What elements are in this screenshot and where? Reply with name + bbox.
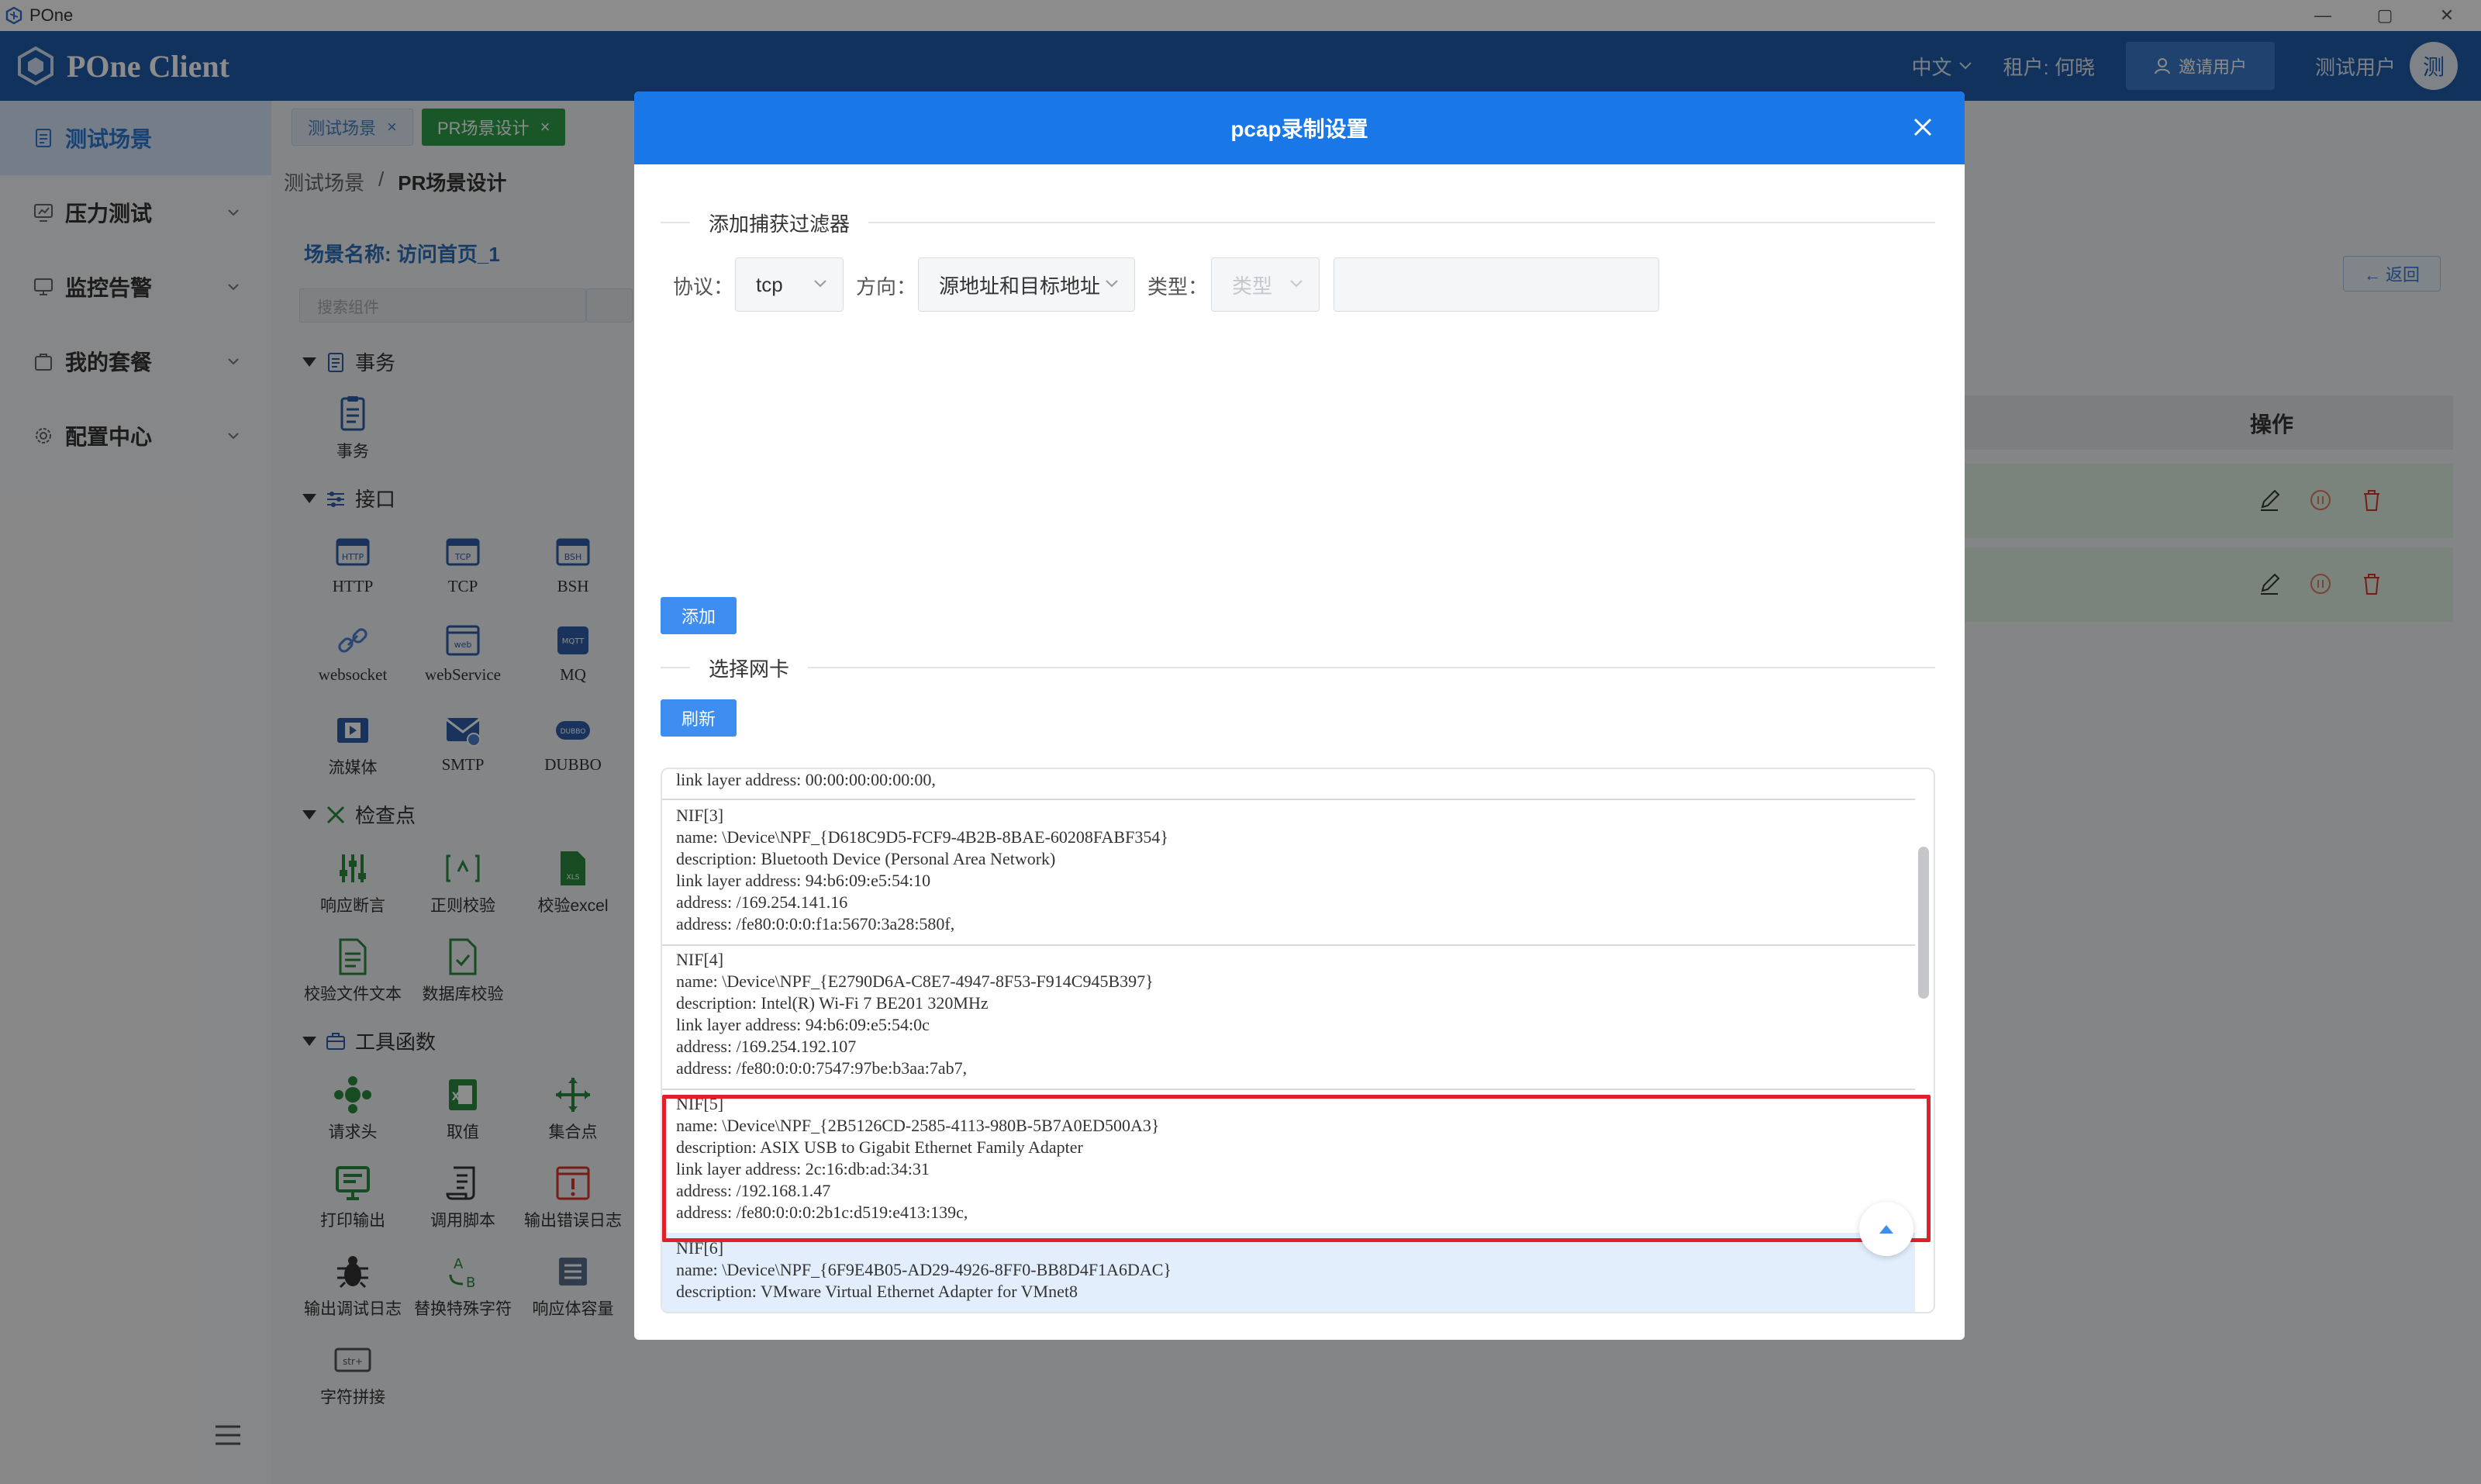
type-select[interactable]: 类型 bbox=[1211, 257, 1320, 312]
chevron-down-icon bbox=[1290, 280, 1303, 288]
scroll-to-top-button[interactable] bbox=[1859, 1202, 1913, 1256]
caret-up-icon bbox=[1879, 1225, 1893, 1234]
dialog-header: pcap录制设置 bbox=[634, 91, 1965, 164]
chevron-down-icon bbox=[814, 280, 826, 288]
direction-label: 方向： bbox=[856, 275, 917, 299]
list-item[interactable]: NIF[4] name: \Device\NPF_{E2790D6A-C8E7-… bbox=[662, 944, 1915, 1090]
list-item[interactable]: NIF[3] name: \Device\NPF_{D618C9D5-FCF9-… bbox=[662, 800, 1915, 946]
filter-section-title: 添加捕获过滤器 bbox=[709, 212, 851, 236]
close-icon[interactable] bbox=[1909, 113, 1937, 141]
list-item[interactable]: NIF[6] name: \Device\NPF_{6F9E4B05-AD29-… bbox=[662, 1233, 1915, 1312]
filter-value-input[interactable] bbox=[1334, 257, 1659, 312]
direction-select[interactable]: 源地址和目标地址 bbox=[918, 257, 1135, 312]
filter-section-divider: 添加捕获过滤器 bbox=[661, 211, 1935, 236]
protocol-label: 协议： bbox=[673, 275, 734, 299]
nic-section-title: 选择网卡 bbox=[709, 657, 790, 681]
refresh-button[interactable]: 刷新 bbox=[661, 699, 737, 737]
list-item[interactable]: link layer address: 00:00:00:00:00:00, bbox=[662, 769, 1915, 800]
scrollbar[interactable] bbox=[1918, 847, 1929, 999]
nic-section-divider: 选择网卡 bbox=[661, 656, 1935, 681]
protocol-select[interactable]: tcp bbox=[735, 257, 844, 312]
chevron-down-icon bbox=[1106, 280, 1118, 288]
add-filter-button[interactable]: 添加 bbox=[661, 597, 737, 634]
type-label: 类型： bbox=[1147, 275, 1209, 299]
selection-highlight bbox=[662, 1095, 1931, 1242]
dialog-title: pcap录制设置 bbox=[1230, 117, 1368, 141]
